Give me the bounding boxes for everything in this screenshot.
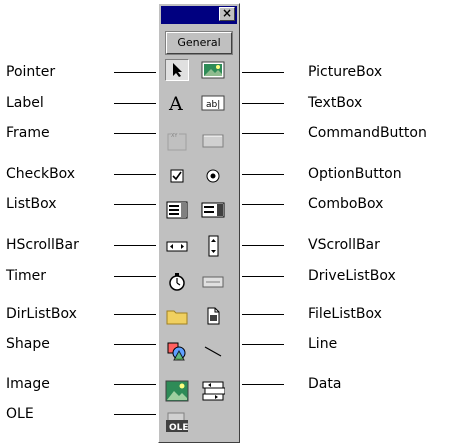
image-icon [165,380,189,402]
callout-label-line: Line [308,336,338,352]
textbox-tool[interactable]: ab| [201,92,225,114]
svg-text:OLE: OLE [169,423,189,433]
callout-label-optionbutton: OptionButton [308,166,402,182]
svg-text:A: A [168,93,183,113]
callout-label-checkbox: CheckBox [6,166,76,182]
combobox-tool[interactable] [201,199,225,221]
line-icon [204,346,222,357]
listbox-icon [166,201,188,219]
callout-line [242,314,284,315]
callout-line [114,103,156,104]
callout-line [242,103,284,104]
checkbox-icon [170,169,184,183]
callout-label-label: Label [6,95,44,111]
callout-line [114,414,156,415]
label-a-icon: A [168,93,183,113]
callout-label-data: Data [308,376,342,392]
callout-label-drivelistbox: DriveListBox [308,268,396,284]
toolbox-titlebar[interactable]: × [161,6,237,24]
pointer-icon [173,63,182,77]
dirlistbox-tool[interactable] [165,305,189,327]
callout-label-dirlistbox: DirListBox [6,306,77,322]
callout-line [114,174,156,175]
drivelistbox-tool[interactable] [201,271,225,293]
callout-line [242,174,284,175]
callout-line [114,245,156,246]
callout-label-shape: Shape [6,336,50,352]
pointer-tool[interactable] [165,59,189,81]
callout-line [114,314,156,315]
checkbox-tool[interactable] [165,165,189,187]
svg-text:ab|: ab| [206,100,220,110]
callout-line [242,276,284,277]
timer-tool[interactable] [165,271,189,293]
picturebox-tool[interactable] [201,59,225,81]
timer-stopwatch-icon [169,273,185,291]
callout-line [242,245,284,246]
tab-general[interactable]: General [165,31,233,55]
data-tool[interactable] [201,380,225,402]
frame-icon: XY [167,132,187,151]
callout-line [114,72,156,73]
callout-label-frame: Frame [6,125,50,141]
listbox-tool[interactable] [165,199,189,221]
optionbutton-tool[interactable] [201,165,225,187]
callout-line [242,72,284,73]
callout-line [242,204,284,205]
combobox-icon [201,202,225,218]
callout-label-commandbutton: CommandButton [308,125,427,141]
callout-line [114,133,156,134]
callout-label-ole: OLE [6,406,34,422]
callout-label-vscrollbar: VScrollBar [308,237,380,253]
commandbutton-icon [202,134,224,148]
callout-label-pointer: Pointer [6,64,56,80]
frame-tool[interactable]: XY [165,130,189,152]
shape-tool[interactable] [165,340,189,362]
folder-icon [166,310,188,325]
callout-line [242,133,284,134]
hscrollbar-icon [166,241,188,252]
callout-line [114,276,156,277]
callout-label-hscrollbar: HScrollBar [6,237,79,253]
callout-label-timer: Timer [6,268,47,284]
data-control-icon [202,381,225,401]
callout-label-picturebox: PictureBox [308,64,383,80]
callout-line [242,384,284,385]
filelistbox-tool[interactable] [201,305,225,327]
line-tool[interactable] [201,340,225,362]
vscrollbar-tool[interactable] [201,235,225,257]
ole-icon: OLE [166,412,189,433]
callout-line [114,384,156,385]
commandbutton-tool[interactable] [201,130,225,152]
close-button[interactable]: × [219,7,235,21]
callout-label-combobox: ComboBox [308,196,384,212]
picturebox-icon [201,61,225,79]
callout-line [114,344,156,345]
drivelistbox-icon [202,276,224,288]
image-tool[interactable] [165,380,189,402]
label-tool[interactable]: A [165,92,189,114]
vscrollbar-icon [208,235,219,257]
optionbutton-icon [206,169,220,183]
file-icon [207,307,220,325]
hscrollbar-tool[interactable] [165,235,189,257]
callout-label-textbox: TextBox [308,95,363,111]
callout-label-listbox: ListBox [6,196,57,212]
callout-line [114,204,156,205]
callout-label-filelistbox: FileListBox [308,306,382,322]
callout-label-image: Image [6,376,50,392]
ole-tool[interactable]: OLE [165,411,189,433]
shape-icon [167,342,186,361]
textbox-icon: ab| [201,95,225,111]
svg-text:XY: XY [171,133,178,139]
callout-line [242,344,284,345]
